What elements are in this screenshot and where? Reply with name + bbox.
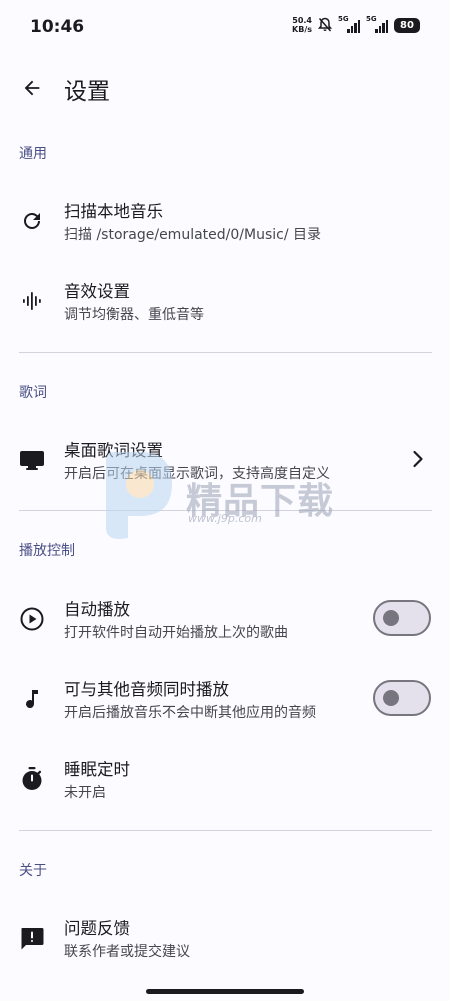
network-speed-value: 50.4 — [292, 16, 312, 25]
status-time: 10:46 — [30, 17, 85, 37]
item-title: 问题反馈 — [64, 919, 130, 938]
settings-item-mix-audio[interactable]: 可与其他音频同时播放 开启后播放音乐不会中断其他应用的音频 — [0, 660, 450, 740]
timer-icon — [19, 766, 45, 792]
music-note-icon — [19, 686, 45, 712]
divider — [19, 830, 432, 831]
waveform-icon — [19, 288, 45, 314]
item-title: 音效设置 — [64, 282, 130, 301]
divider — [19, 352, 432, 353]
settings-item-autoplay[interactable]: 自动播放 打开软件时自动开始播放上次的歌曲 — [0, 580, 450, 660]
play-circle-icon — [19, 606, 45, 632]
status-icons: 50.4 KB/s 5G 5G 80 — [292, 15, 420, 34]
settings-item-sound-effects[interactable]: 音效设置 调节均衡器、重低音等 — [0, 262, 450, 342]
settings-item-feedback[interactable]: 问题反馈 联系作者或提交建议 — [0, 899, 450, 979]
settings-item-sleep-timer[interactable]: 睡眠定时 未开启 — [0, 740, 450, 820]
network-speed: 50.4 KB/s — [292, 16, 312, 34]
item-subtitle: 联系作者或提交建议 — [64, 944, 190, 960]
item-title: 扫描本地音乐 — [64, 202, 163, 221]
settings-item-scan-music[interactable]: 扫描本地音乐 扫描 /storage/emulated/0/Music/ 目录 — [0, 182, 450, 262]
signal-sim2-icon: 5G — [366, 15, 388, 33]
arrow-back-icon — [24, 80, 40, 96]
autoplay-toggle[interactable] — [373, 600, 431, 636]
item-subtitle: 调节均衡器、重低音等 — [64, 307, 204, 323]
back-button[interactable] — [14, 70, 50, 106]
watermark-url: www.j9p.com — [188, 512, 262, 525]
section-header-about: 关于 — [19, 863, 47, 879]
item-subtitle: 打开软件时自动开始播放上次的歌曲 — [64, 625, 288, 641]
feedback-icon — [19, 925, 45, 951]
home-indicator[interactable] — [146, 989, 304, 994]
item-subtitle: 开启后可在桌面显示歌词，支持高度自定义 — [64, 466, 330, 482]
section-header-lyrics: 歌词 — [19, 385, 47, 401]
status-bar: 10:46 50.4 KB/s 5G 5G 80 — [0, 0, 450, 54]
item-title: 可与其他音频同时播放 — [64, 680, 229, 699]
mix-audio-toggle[interactable] — [373, 680, 431, 716]
bell-off-icon — [318, 17, 332, 32]
item-subtitle: 开启后播放音乐不会中断其他应用的音频 — [64, 705, 316, 721]
signal-sim1-icon: 5G — [338, 15, 360, 33]
divider — [19, 510, 432, 511]
settings-item-desktop-lyrics[interactable]: 桌面歌词设置 开启后可在桌面显示歌词，支持高度自定义 — [0, 421, 450, 501]
chevron-right-icon — [413, 450, 423, 468]
refresh-icon — [19, 208, 45, 234]
page-title: 设置 — [64, 79, 110, 105]
item-title: 睡眠定时 — [64, 760, 130, 779]
item-subtitle: 未开启 — [64, 785, 106, 801]
section-header-general: 通用 — [19, 146, 47, 162]
battery-indicator: 80 — [394, 17, 420, 33]
monitor-icon — [19, 447, 45, 473]
network-speed-unit: KB/s — [292, 25, 312, 34]
item-title: 桌面歌词设置 — [64, 441, 163, 460]
item-subtitle: 扫描 /storage/emulated/0/Music/ 目录 — [64, 227, 321, 243]
toggle-knob — [383, 690, 399, 706]
top-app-bar: 设置 — [0, 60, 450, 116]
section-header-playback: 播放控制 — [19, 543, 75, 559]
toggle-knob — [383, 610, 399, 626]
item-title: 自动播放 — [64, 600, 130, 619]
